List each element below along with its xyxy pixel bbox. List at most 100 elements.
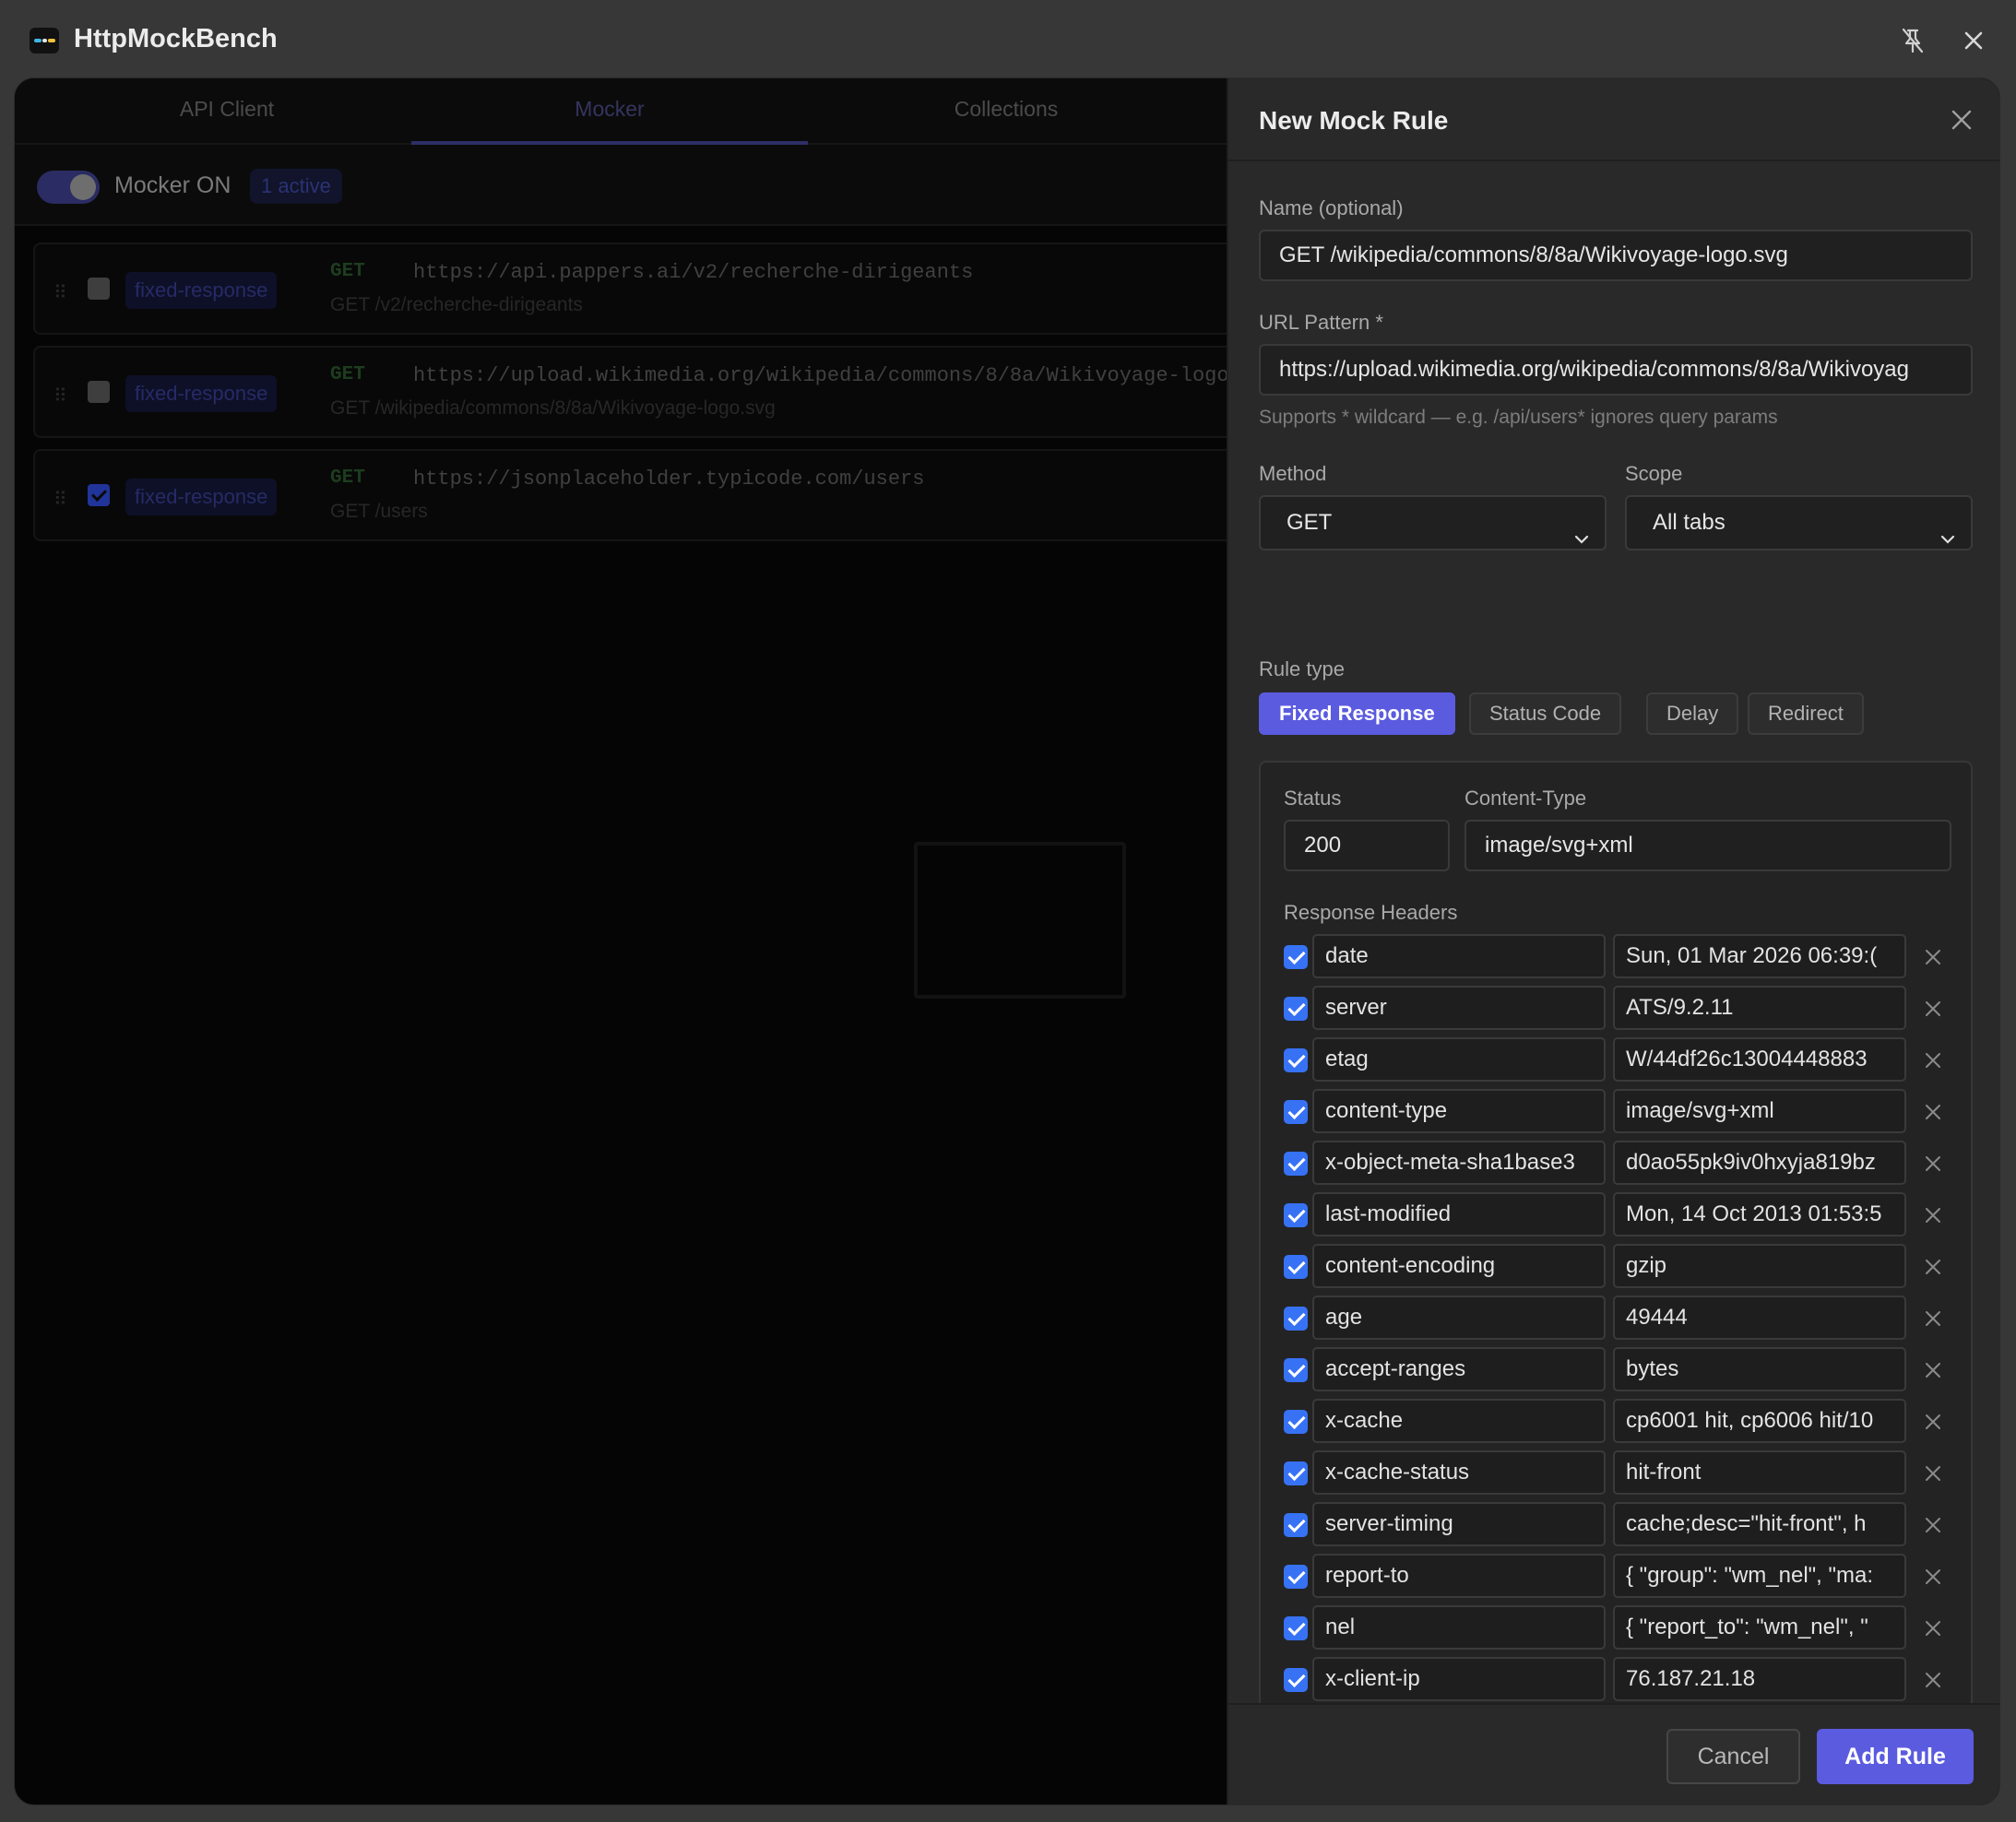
remove-header-icon[interactable] — [1923, 947, 1943, 967]
add-rule-button[interactable]: Add Rule — [1817, 1729, 1974, 1784]
remove-header-icon[interactable] — [1923, 999, 1943, 1019]
remove-header-icon[interactable] — [1923, 1102, 1943, 1122]
header-value-input[interactable]: hit-front — [1613, 1450, 1906, 1495]
drag-handle-icon[interactable]: ⠿ — [53, 281, 67, 304]
header-value-input[interactable]: d0ao55pk9iv0hxyja819bz — [1613, 1141, 1906, 1185]
header-key-input[interactable]: server — [1312, 986, 1606, 1030]
header-checkbox[interactable] — [1284, 1565, 1308, 1589]
remove-header-icon[interactable] — [1923, 1618, 1943, 1639]
header-checkbox[interactable] — [1284, 1410, 1308, 1434]
rule-type-delay[interactable]: Delay — [1646, 692, 1739, 735]
header-value-input[interactable]: Sun, 01 Mar 2026 06:39:( — [1613, 934, 1906, 978]
header-row: x-object-meta-sha1base3 d0ao55pk9iv0hxyja… — [1261, 1141, 1974, 1187]
header-key-input[interactable]: x-client-ip — [1312, 1657, 1606, 1701]
header-row: etag W/44df26c13004448883 — [1261, 1037, 1974, 1083]
status-input[interactable]: 200 — [1284, 820, 1450, 871]
rule-checkbox[interactable] — [88, 381, 110, 403]
header-checkbox[interactable] — [1284, 1616, 1308, 1640]
header-value-input[interactable]: image/svg+xml — [1613, 1089, 1906, 1133]
header-key-input[interactable]: x-cache-status — [1312, 1450, 1606, 1495]
rule-type-redirect[interactable]: Redirect — [1748, 692, 1864, 735]
header-value-input[interactable]: { "group": "wm_nel", "ma: — [1613, 1554, 1906, 1598]
tab-collections[interactable]: Collections — [808, 78, 1204, 145]
unpin-icon[interactable] — [1896, 24, 1929, 57]
url-pattern-input[interactable]: https://upload.wikimedia.org/wikipedia/c… — [1259, 344, 1973, 396]
header-checkbox[interactable] — [1284, 1048, 1308, 1072]
cancel-button[interactable]: Cancel — [1666, 1729, 1800, 1784]
header-key-input[interactable]: age — [1312, 1296, 1606, 1340]
close-panel-icon[interactable] — [1948, 106, 1975, 134]
remove-header-icon[interactable] — [1923, 1412, 1943, 1432]
header-key-input[interactable]: x-cache — [1312, 1399, 1606, 1443]
remove-header-icon[interactable] — [1923, 1567, 1943, 1587]
header-key-input[interactable]: x-object-meta-sha1base3 — [1312, 1141, 1606, 1185]
header-checkbox[interactable] — [1284, 1203, 1308, 1227]
rule-url: https://api.pappers.ai/v2/recherche-diri… — [413, 261, 974, 284]
rule-row[interactable]: ⠿ fixed-response GET https://jsonplaceho… — [33, 449, 1269, 541]
header-key-input[interactable]: accept-ranges — [1312, 1347, 1606, 1391]
remove-header-icon[interactable] — [1923, 1308, 1943, 1329]
remove-header-icon[interactable] — [1923, 1463, 1943, 1484]
remove-header-icon[interactable] — [1923, 1050, 1943, 1071]
close-window-icon[interactable] — [1957, 24, 1990, 57]
header-row: report-to{ "group": "wm_nel", "ma: — [1261, 1554, 1974, 1600]
header-value-input[interactable]: gzip — [1613, 1244, 1906, 1288]
headers-list: date Sun, 01 Mar 2026 06:39:( server ATS/9… — [1261, 934, 1974, 1781]
tab-mocker[interactable]: Mocker — [411, 78, 808, 145]
panel-header: New Mock Rule — [1228, 78, 1999, 161]
header-key-input[interactable]: etag — [1312, 1037, 1606, 1082]
toggle-knob — [70, 174, 96, 200]
rule-checkbox[interactable] — [88, 278, 110, 300]
rule-type-fixed-response[interactable]: Fixed Response — [1259, 692, 1455, 735]
header-value-input[interactable]: W/44df26c13004448883 — [1613, 1037, 1906, 1082]
header-value-input[interactable]: Mon, 14 Oct 2013 01:53:5 — [1613, 1192, 1906, 1236]
header-row: content-encoding gzip — [1261, 1244, 1974, 1290]
header-checkbox[interactable] — [1284, 997, 1308, 1021]
rule-row[interactable]: ⠿ fixed-response GET https://api.pappers… — [33, 243, 1269, 335]
drag-handle-icon[interactable]: ⠿ — [53, 488, 67, 511]
header-checkbox[interactable] — [1284, 1513, 1308, 1537]
header-value-input[interactable]: cp6001 hit, cp6006 hit/10 — [1613, 1399, 1906, 1443]
mocker-toggle[interactable] — [37, 171, 100, 204]
header-key-input[interactable]: date — [1312, 934, 1606, 978]
rule-type-status-code[interactable]: Status Code — [1469, 692, 1622, 735]
remove-header-icon[interactable] — [1923, 1670, 1943, 1690]
header-value-input[interactable]: ATS/9.2.11 — [1613, 986, 1906, 1030]
header-key-input[interactable]: report-to — [1312, 1554, 1606, 1598]
header-value-input[interactable]: { "report_to": "wm_nel", " — [1613, 1605, 1906, 1650]
remove-header-icon[interactable] — [1923, 1360, 1943, 1380]
header-checkbox[interactable] — [1284, 1307, 1308, 1331]
header-checkbox[interactable] — [1284, 1461, 1308, 1485]
url-pattern-hint: Supports * wildcard — e.g. /api/users* i… — [1259, 407, 1778, 428]
header-value-input[interactable]: cache;desc="hit-front", h — [1613, 1502, 1906, 1546]
header-key-input[interactable]: server-timing — [1312, 1502, 1606, 1546]
scope-select[interactable]: All tabs — [1625, 495, 1973, 550]
header-checkbox[interactable] — [1284, 1152, 1308, 1176]
header-key-input[interactable]: last-modified — [1312, 1192, 1606, 1236]
content-type-input[interactable]: image/svg+xml — [1465, 820, 1951, 871]
header-value-input[interactable]: 49444 — [1613, 1296, 1906, 1340]
rule-row[interactable]: ⠿ fixed-response GET https://upload.wiki… — [33, 346, 1269, 438]
header-value-input[interactable]: 76.187.21.18 — [1613, 1657, 1906, 1701]
header-key-input[interactable]: content-encoding — [1312, 1244, 1606, 1288]
header-key-input[interactable]: content-type — [1312, 1089, 1606, 1133]
header-key-input[interactable]: nel — [1312, 1605, 1606, 1650]
status-label: Status — [1284, 787, 1342, 810]
rule-checkbox-checked[interactable] — [88, 484, 110, 506]
remove-header-icon[interactable] — [1923, 1205, 1943, 1225]
remove-header-icon[interactable] — [1923, 1154, 1943, 1174]
remove-header-icon[interactable] — [1923, 1257, 1943, 1277]
header-checkbox[interactable] — [1284, 1100, 1308, 1124]
header-checkbox[interactable] — [1284, 1358, 1308, 1382]
remove-header-icon[interactable] — [1923, 1515, 1943, 1535]
header-value-input[interactable]: bytes — [1613, 1347, 1906, 1391]
name-input[interactable]: GET /wikipedia/commons/8/8a/Wikivoyage-l… — [1259, 230, 1973, 281]
main-area: API Client Mocker Collections Mocker ON … — [14, 77, 2000, 1805]
header-checkbox[interactable] — [1284, 1668, 1308, 1692]
header-checkbox[interactable] — [1284, 945, 1308, 969]
tab-api-client[interactable]: API Client — [29, 78, 425, 145]
header-checkbox[interactable] — [1284, 1255, 1308, 1279]
drag-handle-icon[interactable]: ⠿ — [53, 385, 67, 408]
header-row: server-timing cache;desc="hit-front", h — [1261, 1502, 1974, 1548]
method-select[interactable]: GET — [1259, 495, 1607, 550]
